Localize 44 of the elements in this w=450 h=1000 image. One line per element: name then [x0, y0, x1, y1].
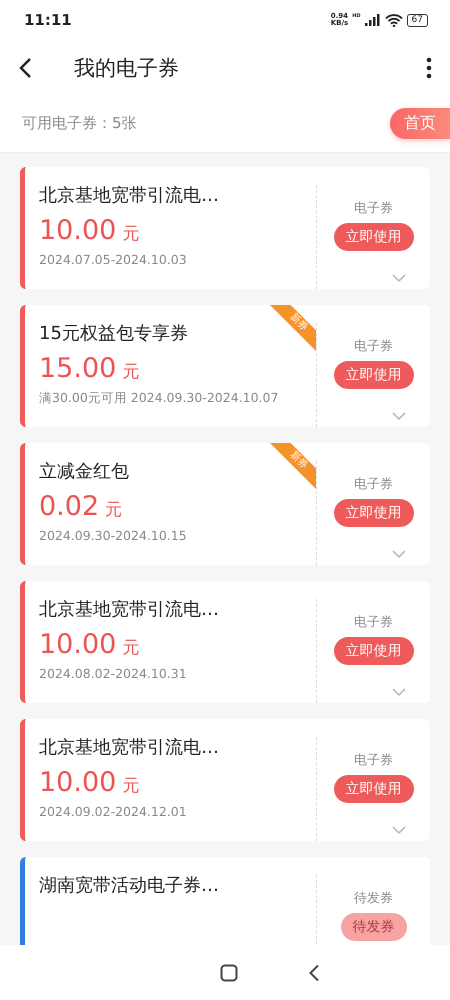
- coupon-amount: 15.00: [39, 353, 116, 384]
- coupon-title: 北京基地宽带引流电…: [39, 184, 219, 207]
- currency-unit: 元: [122, 775, 140, 797]
- coupon-amount: 10.00: [39, 629, 116, 660]
- coupon-title: 北京基地宽带引流电…: [39, 598, 219, 621]
- use-button[interactable]: 立即使用: [334, 637, 414, 665]
- coupon-type: 电子券: [354, 338, 393, 355]
- coupon-type: 电子券: [354, 614, 393, 631]
- battery-level: 67: [406, 14, 428, 26]
- validity-period: 2024.07.05-2024.10.03: [39, 252, 188, 267]
- new-ribbon: 新券: [270, 305, 316, 351]
- validity-period: 满30.00元可用 2024.09.30-2024.10.07: [39, 390, 280, 407]
- page-title: 我的电子券: [74, 54, 180, 82]
- coupon-title: 立减金红包: [39, 460, 129, 483]
- home-button[interactable]: 首页: [390, 108, 450, 139]
- currency-unit: 元: [105, 499, 122, 521]
- coupon-type: 待发券: [354, 890, 393, 907]
- use-button[interactable]: 立即使用: [334, 775, 414, 803]
- currency-unit: 元: [122, 637, 140, 659]
- coupon-title: 北京基地宽带引流电…: [39, 736, 219, 759]
- new-ribbon: 新券: [270, 443, 316, 489]
- coupon-type: 电子券: [354, 752, 393, 769]
- wifi-icon: [384, 14, 403, 26]
- validity-period: 2024.09.02-2024.12.01: [39, 804, 188, 819]
- coupon-title: 15元权益包专享券: [39, 322, 188, 345]
- use-button[interactable]: 立即使用: [334, 499, 414, 527]
- coupon-amount: 10.00: [39, 767, 116, 798]
- more-dots-icon[interactable]: [426, 56, 432, 78]
- validity-period: 2024.08.02-2024.10.31: [39, 666, 188, 681]
- signal-icon: [364, 14, 381, 26]
- coupon-amount: 0.02: [39, 491, 100, 522]
- validity-period: 2024.09.30-2024.10.15: [39, 528, 188, 543]
- home-nav-icon[interactable]: [220, 964, 238, 982]
- coupon-type: 电子券: [354, 476, 393, 493]
- currency-unit: 元: [122, 223, 140, 245]
- available-count: 可用电子券：5张: [22, 114, 137, 133]
- currency-unit: 元: [122, 361, 140, 383]
- use-button[interactable]: 立即使用: [334, 361, 414, 389]
- status-time: 11:11: [24, 11, 72, 29]
- coupon-type: 电子券: [354, 200, 393, 217]
- coupon-amount: 10.00: [39, 215, 116, 246]
- use-button[interactable]: 立即使用: [334, 223, 414, 251]
- coupon-title: 湖南宽带活动电子券…: [39, 874, 219, 897]
- back-nav-icon[interactable]: [308, 964, 320, 982]
